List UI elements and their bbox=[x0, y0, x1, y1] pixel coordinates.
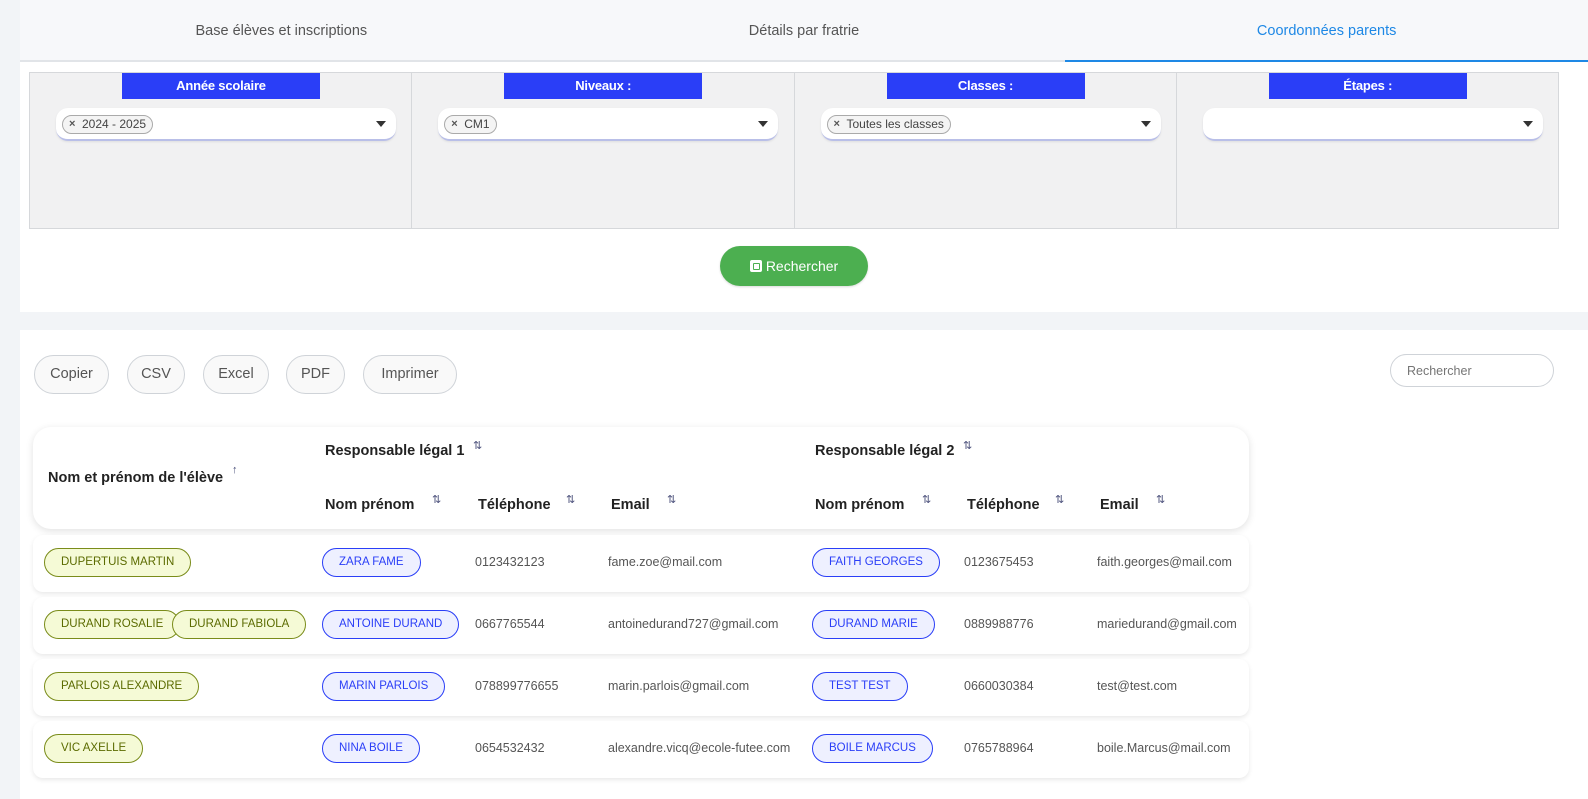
etapes-select[interactable] bbox=[1202, 108, 1543, 141]
r1-email: fame.zoe@mail.com bbox=[608, 555, 723, 569]
r2-email: boile.Marcus@mail.com bbox=[1097, 741, 1231, 755]
sort-asc-icon[interactable]: ↑ bbox=[232, 464, 238, 476]
student-badge[interactable]: DURAND ROSALIE bbox=[44, 610, 181, 639]
responsable-badge[interactable]: ZARA FAME bbox=[322, 548, 421, 577]
filter-annee-scolaire: Année scolaire × 2024 - 2025 bbox=[30, 73, 413, 228]
remove-icon[interactable]: × bbox=[451, 116, 457, 133]
r2-phone: 0889988776 bbox=[964, 617, 1034, 631]
r2-email: faith.georges@mail.com bbox=[1097, 555, 1232, 569]
r2-phone: 0123675453 bbox=[964, 555, 1034, 569]
chip-label: CM1 bbox=[464, 117, 490, 131]
page-gutter bbox=[0, 0, 20, 799]
tab-base-eleves[interactable]: Base élèves et inscriptions bbox=[20, 0, 543, 60]
chevron-down-icon[interactable] bbox=[1522, 121, 1533, 127]
classes-select[interactable]: × Toutes les classes bbox=[820, 108, 1161, 141]
sort-icon[interactable]: ⇅ bbox=[667, 493, 676, 506]
search-button[interactable]: Rechercher bbox=[720, 246, 868, 286]
r1-email: marin.parlois@gmail.com bbox=[608, 679, 750, 693]
header-r1-name[interactable]: Nom prénom bbox=[325, 497, 414, 513]
copy-button[interactable]: Copier bbox=[34, 355, 109, 394]
pdf-button[interactable]: PDF bbox=[286, 355, 345, 394]
sort-icon[interactable]: ⇅ bbox=[963, 439, 972, 452]
header-r1-phone[interactable]: Téléphone bbox=[478, 497, 551, 513]
responsable-badge[interactable]: NINA BOILE bbox=[322, 734, 420, 763]
chevron-down-icon[interactable] bbox=[1140, 121, 1151, 127]
table-row: DURAND ROSALIE DURAND FABIOLA ANTOINE DU… bbox=[33, 597, 1249, 654]
header-responsable-2: Responsable légal 2 bbox=[815, 443, 955, 459]
sort-icon[interactable]: ⇅ bbox=[566, 493, 575, 506]
r1-email: antoinedurand727@gmail.com bbox=[608, 617, 779, 631]
table-row: DUPERTUIS MARTIN ZARA FAME 0123432123 fa… bbox=[33, 535, 1249, 592]
responsable-badge[interactable]: BOILE MARCUS bbox=[812, 734, 933, 763]
filter-grid: Année scolaire × 2024 - 2025 Niveaux : × C… bbox=[29, 72, 1559, 229]
r2-phone: 0660030384 bbox=[964, 679, 1034, 693]
filter-label: Étapes : bbox=[1268, 73, 1467, 99]
r1-phone: 0123432123 bbox=[475, 555, 545, 569]
excel-button[interactable]: Excel bbox=[203, 355, 269, 394]
r1-phone: 078899776655 bbox=[475, 679, 559, 693]
chip-label: Toutes les classes bbox=[846, 117, 944, 131]
remove-icon[interactable]: × bbox=[69, 116, 75, 133]
filter-classes: Classes : × Toutes les classes bbox=[795, 73, 1177, 228]
header-r2-email[interactable]: Email bbox=[1100, 497, 1139, 513]
selected-chip: × CM1 bbox=[444, 115, 497, 134]
tab-details-fratrie[interactable]: Détails par fratrie bbox=[543, 0, 1066, 60]
r2-email: test@test.com bbox=[1097, 679, 1178, 693]
r1-phone: 0667765544 bbox=[475, 617, 545, 631]
chip-label: 2024 - 2025 bbox=[82, 117, 147, 131]
filter-etapes: Étapes : bbox=[1177, 73, 1558, 228]
search-button-label: Rechercher bbox=[765, 258, 839, 274]
r2-phone: 0765788964 bbox=[964, 741, 1034, 755]
sort-icon[interactable]: ⇅ bbox=[922, 493, 931, 506]
remove-icon[interactable]: × bbox=[834, 116, 840, 133]
student-badge[interactable]: DUPERTUIS MARTIN bbox=[44, 548, 192, 577]
filter-panel: Année scolaire × 2024 - 2025 Niveaux : × C… bbox=[20, 62, 1588, 312]
filter-label: Classes : bbox=[886, 73, 1085, 99]
table-row: VIC AXELLE NINA BOILE 0654532432 alexand… bbox=[33, 721, 1249, 778]
csv-button[interactable]: CSV bbox=[127, 355, 185, 394]
tab-bar: Base élèves et inscriptions Détails par … bbox=[20, 0, 1588, 62]
responsable-badge[interactable]: DURAND MARIE bbox=[812, 610, 935, 639]
chevron-down-icon[interactable] bbox=[376, 121, 386, 127]
r1-phone: 0654532432 bbox=[475, 741, 545, 755]
table-row: PARLOIS ALEXANDRE MARIN PARLOIS 07889977… bbox=[33, 659, 1249, 716]
print-button[interactable]: Imprimer bbox=[363, 355, 457, 394]
header-student[interactable]: Nom et prénom de l'élève bbox=[48, 470, 223, 486]
responsable-badge[interactable]: FAITH GEORGES bbox=[812, 548, 940, 577]
filter-label: Année scolaire bbox=[122, 73, 320, 99]
filter-label: Niveaux : bbox=[504, 73, 703, 99]
student-badge[interactable]: DURAND FABIOLA bbox=[172, 610, 307, 639]
r2-email: mariedurand@gmail.com bbox=[1097, 617, 1237, 631]
r1-email: alexandre.vicq@ecole-futee.com bbox=[608, 741, 791, 755]
responsable-badge[interactable]: TEST TEST bbox=[812, 672, 908, 701]
header-responsable-1: Responsable légal 1 bbox=[325, 443, 465, 459]
student-badge[interactable]: PARLOIS ALEXANDRE bbox=[44, 672, 200, 701]
student-badge[interactable]: VIC AXELLE bbox=[44, 734, 144, 763]
sort-icon[interactable]: ⇅ bbox=[1156, 493, 1165, 506]
annee-select[interactable]: × 2024 - 2025 bbox=[56, 108, 396, 141]
sort-icon[interactable]: ⇅ bbox=[1055, 493, 1064, 506]
results-panel: Copier CSV Excel PDF Imprimer Nom et pré… bbox=[20, 330, 1588, 799]
header-r2-name[interactable]: Nom prénom bbox=[815, 497, 904, 513]
header-r1-email[interactable]: Email bbox=[611, 497, 650, 513]
filter-niveaux: Niveaux : × CM1 bbox=[412, 73, 795, 228]
tab-coordonnees-parents[interactable]: Coordonnées parents bbox=[1065, 0, 1588, 62]
table-search-input[interactable] bbox=[1390, 354, 1554, 387]
search-button-icon bbox=[749, 260, 762, 272]
responsable-badge[interactable]: ANTOINE DURAND bbox=[322, 610, 460, 639]
selected-chip: × Toutes les classes bbox=[826, 115, 951, 134]
sort-icon[interactable]: ⇅ bbox=[473, 439, 482, 452]
selected-chip: × 2024 - 2025 bbox=[62, 115, 154, 134]
sort-icon[interactable]: ⇅ bbox=[432, 493, 441, 506]
niveaux-select[interactable]: × CM1 bbox=[438, 108, 779, 141]
table-header: Nom et prénom de l'élève ↑ Responsable l… bbox=[33, 427, 1249, 529]
header-r2-phone[interactable]: Téléphone bbox=[967, 497, 1040, 513]
chevron-down-icon[interactable] bbox=[758, 121, 769, 127]
responsable-badge[interactable]: MARIN PARLOIS bbox=[322, 672, 446, 701]
